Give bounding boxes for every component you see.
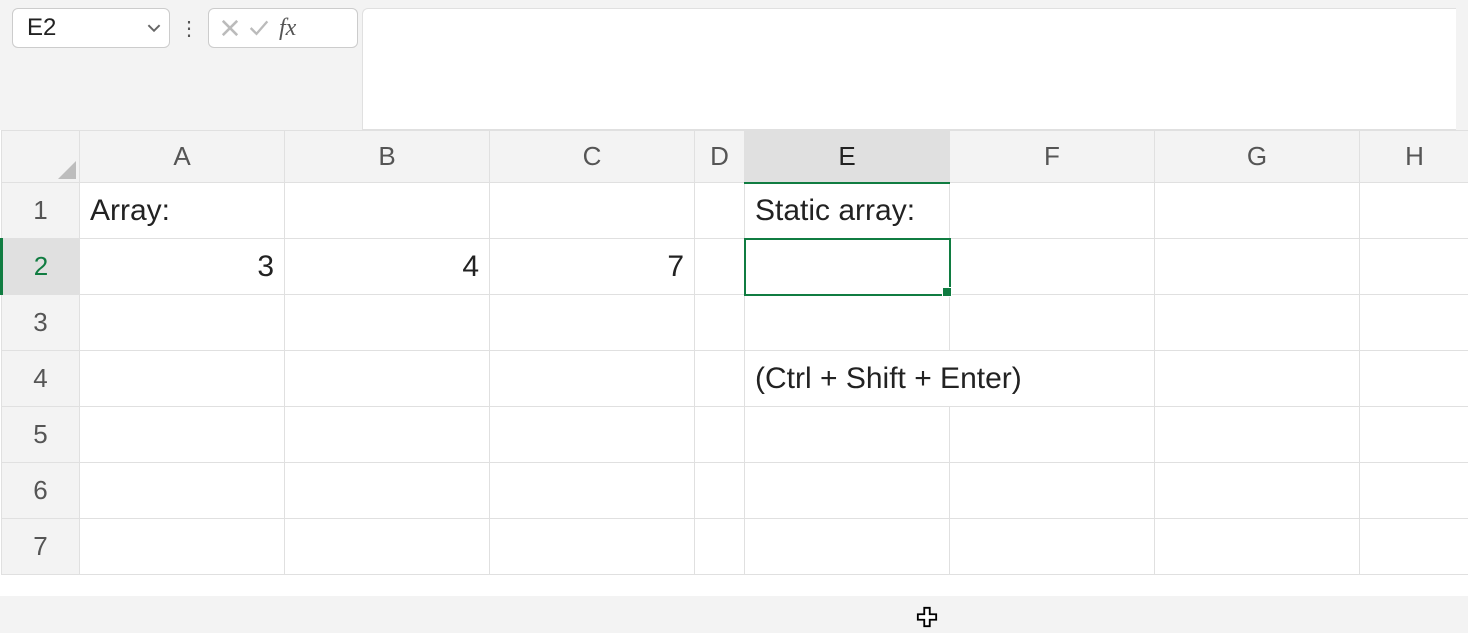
col-header-H[interactable]: H xyxy=(1360,131,1468,183)
cell-G6[interactable] xyxy=(1155,463,1360,519)
cell-D5[interactable] xyxy=(695,407,745,463)
table-row: 5 xyxy=(2,407,1468,463)
cell-G7[interactable] xyxy=(1155,519,1360,575)
row-header-6[interactable]: 6 xyxy=(2,463,80,519)
col-header-G[interactable]: G xyxy=(1155,131,1360,183)
cell-H6[interactable] xyxy=(1360,463,1468,519)
cell-E5[interactable] xyxy=(745,407,950,463)
cell-C5[interactable] xyxy=(490,407,695,463)
row-header-3[interactable]: 3 xyxy=(2,295,80,351)
cell-G1[interactable] xyxy=(1155,183,1360,239)
cell-B6[interactable] xyxy=(285,463,490,519)
col-header-D[interactable]: D xyxy=(695,131,745,183)
cell-G3[interactable] xyxy=(1155,295,1360,351)
select-all-corner[interactable] xyxy=(2,131,80,183)
cell-A3[interactable] xyxy=(80,295,285,351)
table-row: 2 3 4 7 xyxy=(2,239,1468,295)
chevron-down-icon[interactable] xyxy=(147,14,161,42)
cell-F5[interactable] xyxy=(950,407,1155,463)
cell-C4[interactable] xyxy=(490,351,695,407)
cell-C3[interactable] xyxy=(490,295,695,351)
cell-E6[interactable] xyxy=(745,463,950,519)
name-box[interactable]: E2 xyxy=(12,8,170,48)
fx-icon[interactable]: fx xyxy=(279,15,296,42)
cell-G5[interactable] xyxy=(1155,407,1360,463)
row-header-1[interactable]: 1 xyxy=(2,183,80,239)
cell-H4[interactable] xyxy=(1360,351,1468,407)
cell-A1[interactable]: Array: xyxy=(80,183,285,239)
enter-icon[interactable] xyxy=(249,18,269,38)
cell-E7[interactable] xyxy=(745,519,950,575)
table-row: 4 (Ctrl + Shift + Enter) xyxy=(2,351,1468,407)
cell-H7[interactable] xyxy=(1360,519,1468,575)
cell-C1[interactable] xyxy=(490,183,695,239)
cell-C2[interactable]: 7 xyxy=(490,239,695,295)
cell-A7[interactable] xyxy=(80,519,285,575)
cell-H1[interactable] xyxy=(1360,183,1468,239)
cell-A6[interactable] xyxy=(80,463,285,519)
cell-H3[interactable] xyxy=(1360,295,1468,351)
cell-E1[interactable]: Static array: xyxy=(745,183,950,239)
cell-A4[interactable] xyxy=(80,351,285,407)
row-header-4[interactable]: 4 xyxy=(2,351,80,407)
cell-D7[interactable] xyxy=(695,519,745,575)
cell-D2[interactable] xyxy=(695,239,745,295)
cell-E4[interactable]: (Ctrl + Shift + Enter) xyxy=(745,351,1155,407)
cell-D3[interactable] xyxy=(695,295,745,351)
col-header-F[interactable]: F xyxy=(950,131,1155,183)
row-header-5[interactable]: 5 xyxy=(2,407,80,463)
cell-D1[interactable] xyxy=(695,183,745,239)
col-header-A[interactable]: A xyxy=(80,131,285,183)
cell-B4[interactable] xyxy=(285,351,490,407)
cell-H2[interactable] xyxy=(1360,239,1468,295)
cell-F2[interactable] xyxy=(950,239,1155,295)
cell-F1[interactable] xyxy=(950,183,1155,239)
cell-H5[interactable] xyxy=(1360,407,1468,463)
col-header-B[interactable]: B xyxy=(285,131,490,183)
cell-F7[interactable] xyxy=(950,519,1155,575)
cancel-icon[interactable] xyxy=(221,19,239,37)
cell-G2[interactable] xyxy=(1155,239,1360,295)
formula-bar-area: E2 ⋮ fx xyxy=(0,0,1468,130)
col-header-E[interactable]: E xyxy=(745,131,950,183)
cell-A5[interactable] xyxy=(80,407,285,463)
vertical-dots-icon[interactable]: ⋮ xyxy=(180,8,198,48)
cell-A2[interactable]: 3 xyxy=(80,239,285,295)
formula-input[interactable] xyxy=(362,8,1456,130)
table-row: 7 xyxy=(2,519,1468,575)
col-header-C[interactable]: C xyxy=(490,131,695,183)
cell-G4[interactable] xyxy=(1155,351,1360,407)
cell-F3[interactable] xyxy=(950,295,1155,351)
cell-F6[interactable] xyxy=(950,463,1155,519)
cell-E2[interactable] xyxy=(745,239,950,295)
row-header-2[interactable]: 2 xyxy=(2,239,80,295)
cell-B5[interactable] xyxy=(285,407,490,463)
cell-B1[interactable] xyxy=(285,183,490,239)
cell-D6[interactable] xyxy=(695,463,745,519)
row-header-7[interactable]: 7 xyxy=(2,519,80,575)
excel-cursor-icon xyxy=(916,606,938,628)
cell-E3[interactable] xyxy=(745,295,950,351)
cell-B2[interactable]: 4 xyxy=(285,239,490,295)
formula-buttons: fx xyxy=(208,8,358,48)
spreadsheet-grid[interactable]: A B C D E F G H 1 Array: Static array: xyxy=(0,130,1468,596)
cell-C7[interactable] xyxy=(490,519,695,575)
cell-B7[interactable] xyxy=(285,519,490,575)
cell-B3[interactable] xyxy=(285,295,490,351)
table-row: 1 Array: Static array: xyxy=(2,183,1468,239)
table-row: 6 xyxy=(2,463,1468,519)
cell-C6[interactable] xyxy=(490,463,695,519)
table-row: 3 xyxy=(2,295,1468,351)
cell-D4[interactable] xyxy=(695,351,745,407)
name-box-value: E2 xyxy=(27,14,56,42)
